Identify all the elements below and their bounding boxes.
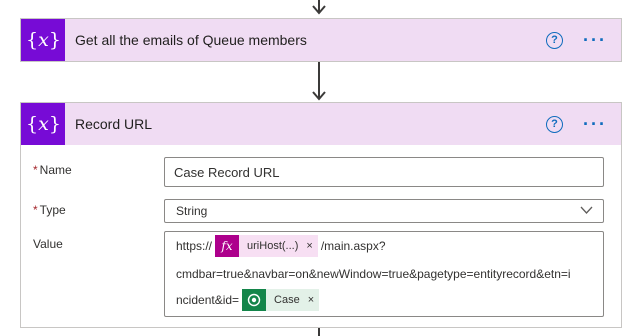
required-marker: * [33,203,38,217]
variable-icon: {x} [21,19,65,61]
more-options-icon[interactable]: ··· [583,31,607,49]
connector-stub-bottom [318,328,320,336]
dataverse-icon [242,289,267,311]
arrow-down-icon [312,5,326,15]
remove-token-icon[interactable]: × [304,235,318,257]
name-input[interactable]: Case Record URL [164,157,604,187]
card-title[interactable]: Record URL [75,116,546,132]
connector-arrow-middle [312,62,326,102]
value-label: Value [33,237,63,251]
more-options-icon[interactable]: ··· [583,115,607,133]
flow-designer-canvas: {x} Get all the emails of Queue members … [0,0,642,336]
help-icon[interactable]: ? [546,31,564,49]
name-label: * Name [33,163,72,177]
remove-token-icon[interactable]: × [305,289,320,311]
value-line-3: ncident&id= Case × [176,289,322,311]
type-label: * Type [33,203,66,217]
type-select[interactable]: String [164,199,604,223]
value-expression-input[interactable]: https:// fx uriHost(...) × /main.aspx? c… [164,231,604,317]
help-icon[interactable]: ? [546,115,564,133]
dynamic-content-token-case[interactable]: Case × [242,289,320,311]
expression-token-urihost[interactable]: fx uriHost(...) × [215,235,318,257]
card-header[interactable]: {x} Record URL ? ··· [21,103,621,145]
value-line-1: https:// fx uriHost(...) × /main.aspx? [176,235,386,257]
card-title[interactable]: Get all the emails of Queue members [75,32,546,48]
fx-icon: fx [215,235,240,257]
required-marker: * [33,163,38,177]
card-header[interactable]: {x} Get all the emails of Queue members … [21,19,621,61]
connector-arrow-top [312,0,326,16]
value-line-2: cmdbar=true&navbar=on&newWindow=true&pag… [176,267,571,281]
variable-icon: {x} [21,103,65,145]
arrow-down-icon [312,91,326,101]
chevron-down-icon[interactable] [580,205,593,215]
action-card-queue-emails[interactable]: {x} Get all the emails of Queue members … [20,18,622,62]
action-card-record-url[interactable]: {x} Record URL ? ··· * Name Case Record U… [20,102,622,328]
